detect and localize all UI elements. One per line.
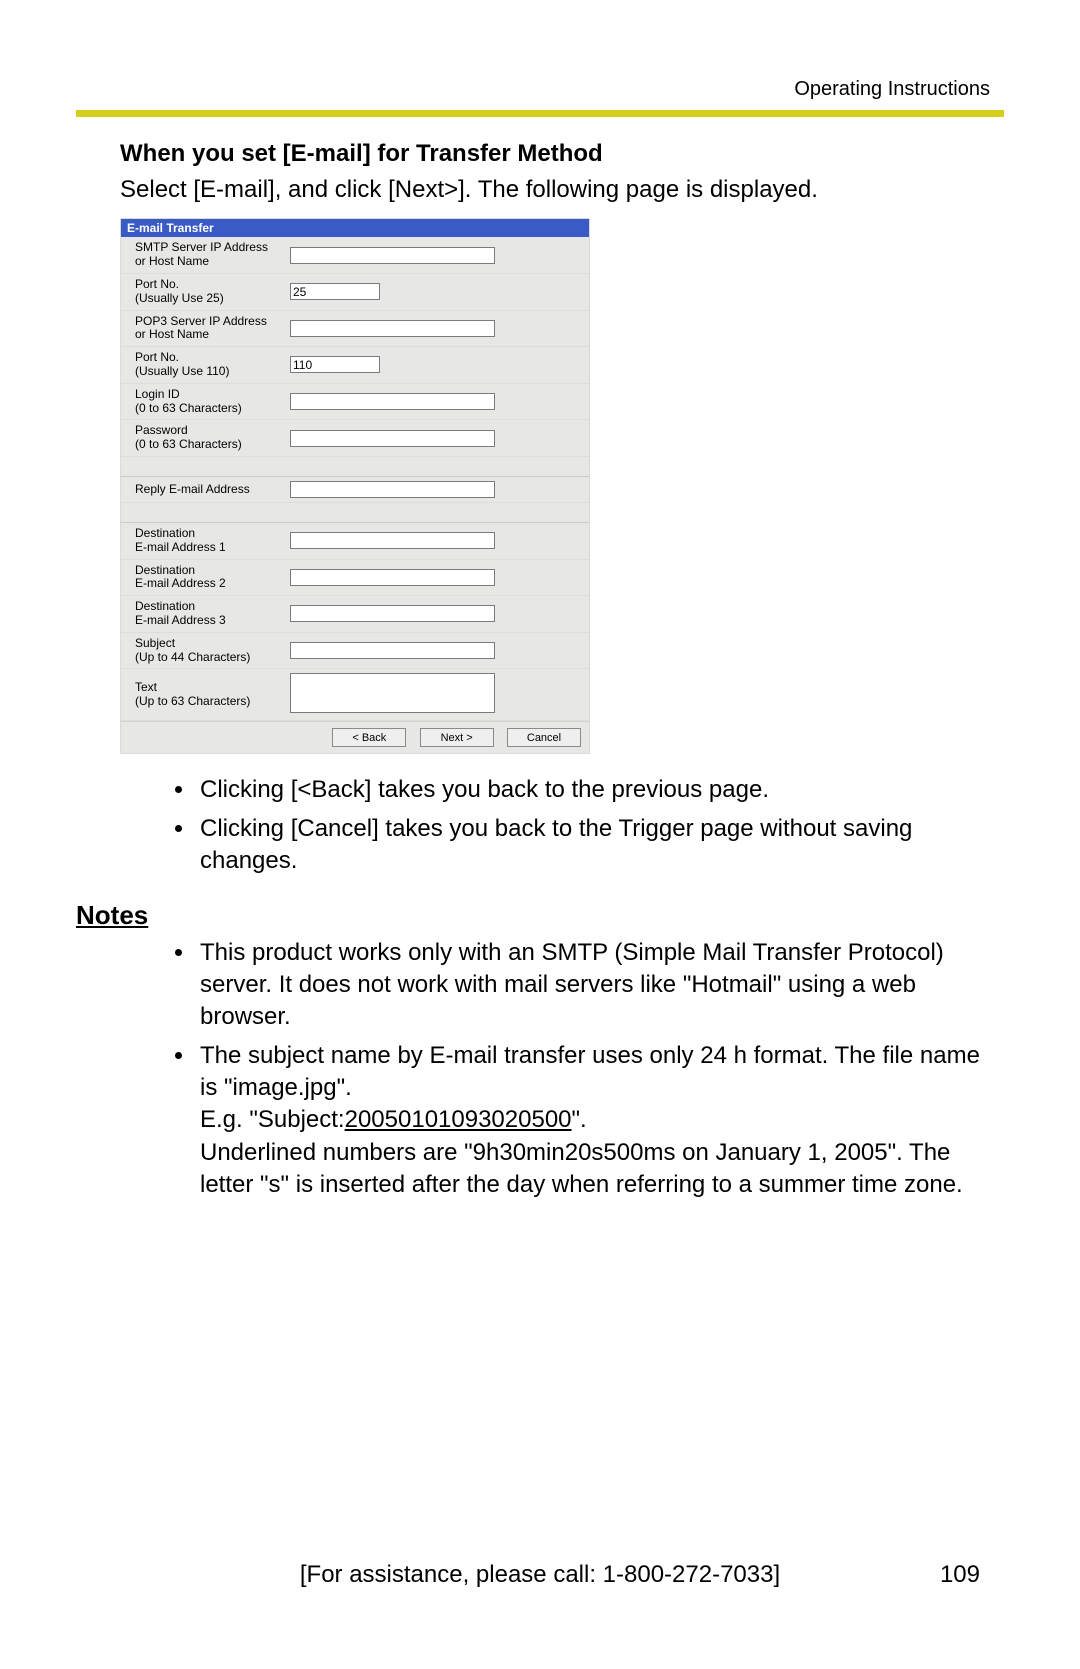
reply-email-label: Reply E-mail Address [121,477,286,503]
smtp-server-input[interactable] [290,247,495,264]
text-input[interactable] [290,673,495,713]
login-id-label: Login ID (0 to 63 Characters) [121,384,286,421]
smtp-server-label: SMTP Server IP Address or Host Name [121,237,286,274]
section-title: When you set [E-mail] for Transfer Metho… [120,140,990,168]
page-content: When you set [E-mail] for Transfer Metho… [120,140,990,1208]
dest3-input[interactable] [290,605,495,622]
cancel-button[interactable]: Cancel [507,728,581,747]
note-line2-pre: E.g. "Subject: [200,1106,345,1133]
subject-input[interactable] [290,642,495,659]
note-smtp: This product works only with an SMTP (Si… [196,937,990,1034]
password-input[interactable] [290,430,495,447]
text-label: Text (Up to 63 Characters) [121,669,286,721]
note-line2-post: ". [572,1106,587,1133]
dest2-input[interactable] [290,569,495,586]
smtp-port-input[interactable] [290,283,380,300]
page-number: 109 [940,1561,980,1589]
pop3-server-label: POP3 Server IP Address or Host Name [121,311,286,348]
notes-heading: Notes [76,900,990,931]
form-header: E-mail Transfer [121,219,589,237]
subject-label: Subject (Up to 44 Characters) [121,633,286,670]
email-transfer-form: E-mail Transfer SMTP Server IP Address o… [120,218,590,754]
header-divider [76,110,1004,117]
note-subject-format: The subject name by E-mail transfer uses… [196,1040,990,1202]
footer-assist: [For assistance, please call: 1-800-272-… [0,1561,1080,1589]
back-button[interactable]: < Back [332,728,406,747]
pop3-port-label: Port No. (Usually Use 110) [121,347,286,384]
dest2-label: Destination E-mail Address 2 [121,560,286,597]
section-intro: Select [E-mail], and click [Next>]. The … [120,174,990,206]
pop3-port-input[interactable] [290,356,380,373]
login-id-input[interactable] [290,393,495,410]
smtp-port-label: Port No. (Usually Use 25) [121,274,286,311]
dest3-label: Destination E-mail Address 3 [121,596,286,633]
note-line1: The subject name by E-mail transfer uses… [200,1042,980,1101]
reply-email-input[interactable] [290,481,495,498]
manual-page: Operating Instructions When you set [E-m… [0,0,1080,1669]
bullet-cancel: Clicking [Cancel] takes you back to the … [196,813,990,878]
note-line2-number: 20050101093020500 [345,1106,572,1133]
note-line3: Underlined numbers are "9h30min20s500ms … [200,1139,963,1198]
password-label: Password (0 to 63 Characters) [121,420,286,457]
dest1-input[interactable] [290,532,495,549]
post-form-bullets: Clicking [<Back] takes you back to the p… [120,774,990,877]
doc-title: Operating Instructions [794,78,990,101]
dest1-label: Destination E-mail Address 1 [121,523,286,560]
pop3-server-input[interactable] [290,320,495,337]
form-button-row: < Back Next > Cancel [121,721,589,753]
notes-list: This product works only with an SMTP (Si… [120,937,990,1202]
next-button[interactable]: Next > [420,728,494,747]
bullet-back: Clicking [<Back] takes you back to the p… [196,774,990,806]
